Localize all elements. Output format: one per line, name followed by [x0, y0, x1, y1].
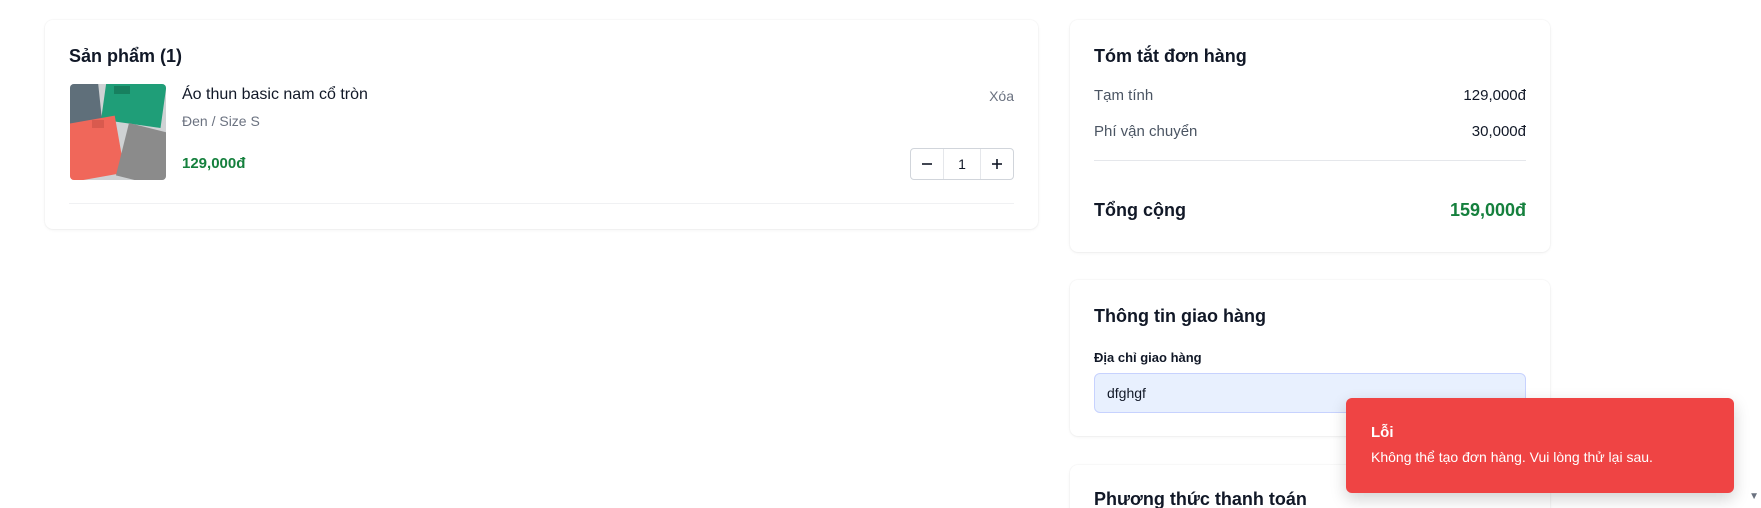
minus-icon — [922, 163, 932, 165]
subtotal-label: Tạm tính — [1094, 87, 1154, 104]
payment-title: Phương thức thanh toán — [1094, 489, 1307, 508]
product-name[interactable]: Áo thun basic nam cổ tròn — [182, 86, 368, 104]
shipping-title: Thông tin giao hàng — [1094, 306, 1266, 326]
divider — [1094, 160, 1526, 161]
folded-shirts-image — [70, 84, 166, 180]
increase-quantity-button[interactable] — [981, 149, 1013, 179]
plus-icon — [992, 159, 1002, 169]
remove-item-button[interactable]: Xóa — [989, 88, 1014, 104]
toast-message: Không thể tạo đơn hàng. Vui lòng thử lại… — [1371, 449, 1653, 465]
decrease-quantity-button[interactable] — [911, 149, 943, 179]
scroll-down-arrow-icon[interactable]: ▼ — [1749, 491, 1759, 502]
products-card: Sản phẩm (1) Áo thun basic nam cổ tròn Đ… — [45, 20, 1038, 229]
total-row: Tổng cộng 159,000đ — [1094, 200, 1526, 221]
order-summary-card: Tóm tắt đơn hàng Tạm tính 129,000đ Phí v… — [1070, 20, 1550, 252]
products-title: Sản phẩm (1) — [69, 46, 183, 66]
shipping-fee-label: Phí vận chuyển — [1094, 123, 1198, 140]
shipping-fee-row: Phí vận chuyển 30,000đ — [1094, 123, 1526, 140]
summary-title: Tóm tắt đơn hàng — [1094, 46, 1247, 66]
total-value: 159,000đ — [1449, 200, 1526, 220]
total-label: Tổng cộng — [1094, 200, 1186, 220]
divider — [69, 203, 1014, 204]
address-label: Địa chỉ giao hàng — [1094, 350, 1202, 365]
toast-title: Lỗi — [1371, 424, 1394, 441]
subtotal-row: Tạm tính 129,000đ — [1094, 87, 1526, 104]
subtotal-value: 129,000đ — [1463, 87, 1526, 104]
product-thumbnail[interactable] — [70, 84, 166, 180]
shipping-fee-value: 30,000đ — [1471, 123, 1526, 140]
product-variant: Đen / Size S — [182, 113, 260, 129]
product-price: 129,000đ — [182, 155, 246, 172]
quantity-input[interactable]: 1 — [943, 149, 981, 179]
error-toast[interactable]: Lỗi Không thể tạo đơn hàng. Vui lòng thử… — [1346, 398, 1734, 493]
quantity-stepper: 1 — [910, 148, 1014, 180]
